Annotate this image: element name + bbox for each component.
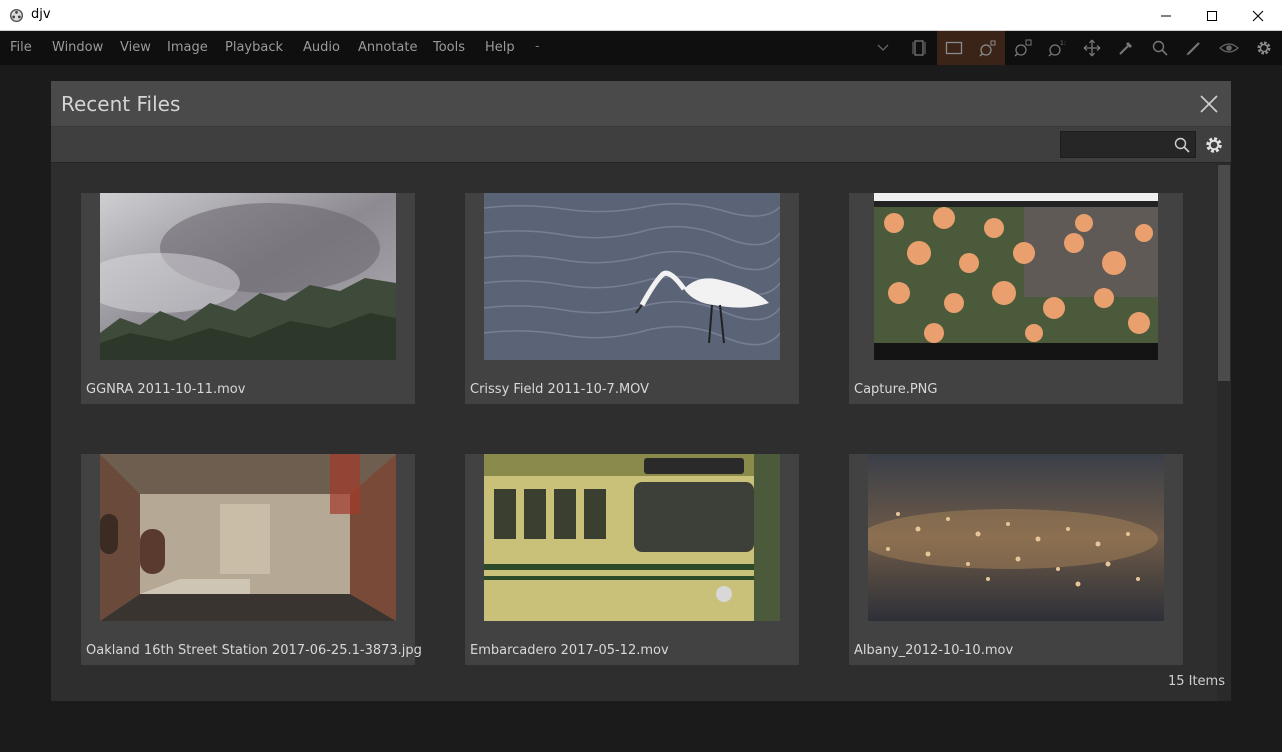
file-combo[interactable]: - xyxy=(535,39,540,54)
svg-text:1:1: 1:1 xyxy=(1060,40,1066,47)
file-name: Albany_2012-10-10.mov xyxy=(854,643,1014,658)
settings-gear-icon[interactable] xyxy=(1204,135,1224,155)
close-icon xyxy=(1200,95,1218,113)
menu-help[interactable]: Help xyxy=(485,40,515,55)
file-thumbnail xyxy=(484,193,780,360)
gear-icon[interactable] xyxy=(1247,31,1281,65)
close-window-button[interactable] xyxy=(1235,0,1281,31)
file-card[interactable]: Embarcadero 2017-05-12.mov xyxy=(465,454,799,665)
vertical-scrollbar[interactable] xyxy=(1217,163,1231,701)
frame-icon[interactable] xyxy=(902,31,936,65)
file-name: Crissy Field 2011-10-7.MOV xyxy=(470,382,650,397)
minimize-button[interactable] xyxy=(1143,0,1189,31)
file-thumbnail xyxy=(100,454,396,621)
file-thumbnail xyxy=(868,454,1164,621)
menu-playback[interactable]: Playback xyxy=(225,40,283,55)
file-card[interactable]: Albany_2012-10-10.mov xyxy=(849,454,1183,665)
file-thumbnail xyxy=(874,193,1158,360)
magnify-icon[interactable] xyxy=(1143,31,1177,65)
move-icon[interactable] xyxy=(1075,31,1109,65)
minimize-icon xyxy=(1161,15,1171,16)
file-thumbnail xyxy=(100,193,396,360)
window-title: djv xyxy=(31,7,51,22)
menu-image[interactable]: Image xyxy=(167,40,208,55)
zoom-in-icon[interactable] xyxy=(1006,31,1040,65)
scrollbar-thumb[interactable] xyxy=(1218,165,1230,381)
file-card[interactable]: Capture.PNG xyxy=(849,193,1183,404)
fill-icon[interactable] xyxy=(937,31,971,65)
file-name: Oakland 16th Street Station 2017-06-25.1… xyxy=(86,643,422,658)
file-card[interactable]: Oakland 16th Street Station 2017-06-25.1… xyxy=(81,454,422,665)
menu-audio[interactable]: Audio xyxy=(303,40,340,55)
maximize-button[interactable] xyxy=(1189,0,1235,31)
search-input[interactable] xyxy=(1065,135,1169,155)
recent-files-dialog: Recent Files GGNRA 2011-10-11.mov Crissy… xyxy=(51,81,1231,701)
file-card[interactable]: Crissy Field 2011-10-7.MOV xyxy=(465,193,799,404)
menu-file[interactable]: File xyxy=(10,40,32,55)
viewer-background xyxy=(0,701,1282,752)
app-icon xyxy=(9,8,24,23)
eyedropper-icon[interactable] xyxy=(1109,31,1143,65)
maximize-icon xyxy=(1207,10,1217,21)
dialog-toolbar xyxy=(51,127,1231,163)
file-name: Embarcadero 2017-05-12.mov xyxy=(470,643,669,658)
dialog-title: Recent Files xyxy=(61,92,181,116)
search-icon xyxy=(1174,137,1190,153)
file-card[interactable]: GGNRA 2011-10-11.mov xyxy=(81,193,415,404)
pen-icon[interactable] xyxy=(1177,31,1211,65)
zoom-reset-icon[interactable]: 1:1 xyxy=(1040,31,1074,65)
menu-window[interactable]: Window xyxy=(52,40,103,55)
file-thumbnail xyxy=(484,454,780,621)
close-icon xyxy=(1252,10,1264,21)
zoom-fit-icon[interactable] xyxy=(971,31,1005,65)
search-field[interactable] xyxy=(1060,131,1196,158)
window-titlebar: djv xyxy=(0,0,1282,31)
eye-icon[interactable] xyxy=(1212,31,1246,65)
chevron-down-icon[interactable] xyxy=(876,43,890,53)
menu-tools[interactable]: Tools xyxy=(433,40,465,55)
file-name: GGNRA 2011-10-11.mov xyxy=(86,382,246,397)
dialog-header: Recent Files xyxy=(51,81,1231,127)
dialog-close-button[interactable] xyxy=(1193,88,1225,120)
menu-annotate[interactable]: Annotate xyxy=(358,40,417,55)
menu-view[interactable]: View xyxy=(120,40,151,55)
file-grid: GGNRA 2011-10-11.mov Crissy Field 2011-1… xyxy=(51,163,1217,701)
file-name: Capture.PNG xyxy=(854,382,938,397)
item-count: 15 Items xyxy=(1167,674,1225,689)
